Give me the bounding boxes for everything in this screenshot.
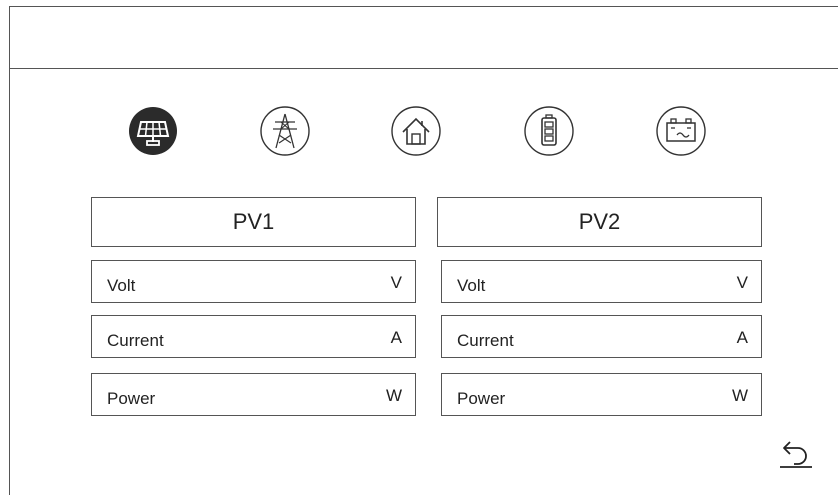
- pv1-current-row: Current A: [91, 315, 416, 358]
- pv2-volt-row: Volt V: [441, 260, 762, 303]
- pv1-power-label: Power: [107, 389, 156, 408]
- pv2-power-label: Power: [457, 389, 506, 408]
- pv1-title: PV1: [232, 209, 275, 234]
- screen-frame: [9, 6, 838, 495]
- pv2-current-row: Current A: [441, 315, 762, 358]
- battery-icon[interactable]: [523, 105, 575, 157]
- battery-inverter-icon[interactable]: [655, 105, 707, 157]
- pv1-power-row: Power W: [91, 373, 416, 416]
- pv1-volt-row: Volt V: [91, 260, 416, 303]
- pv2-current-label: Current: [457, 331, 514, 350]
- pv2-volt-unit: V: [736, 273, 748, 292]
- pv1-power-unit: W: [385, 386, 402, 405]
- header-divider: [9, 68, 838, 69]
- pv1-volt-label: Volt: [107, 276, 136, 295]
- back-arrow-icon: [780, 441, 812, 468]
- pv1-current-label: Current: [107, 331, 164, 350]
- home-icon[interactable]: [390, 105, 442, 157]
- pv1-volt-unit: V: [390, 273, 402, 292]
- grid-tower-icon[interactable]: [259, 105, 311, 157]
- pv2-power-row: Power W: [441, 373, 762, 416]
- pv1-current-unit: A: [390, 328, 402, 347]
- back-button[interactable]: [778, 436, 814, 470]
- pv2-current-unit: A: [736, 328, 748, 347]
- pv2-power-unit: W: [731, 386, 748, 405]
- pv2-title: PV2: [578, 209, 621, 234]
- solar-panel-icon[interactable]: [127, 105, 179, 157]
- pv2-header: PV2: [437, 197, 762, 247]
- pv1-header: PV1: [91, 197, 416, 247]
- pv2-volt-label: Volt: [457, 276, 486, 295]
